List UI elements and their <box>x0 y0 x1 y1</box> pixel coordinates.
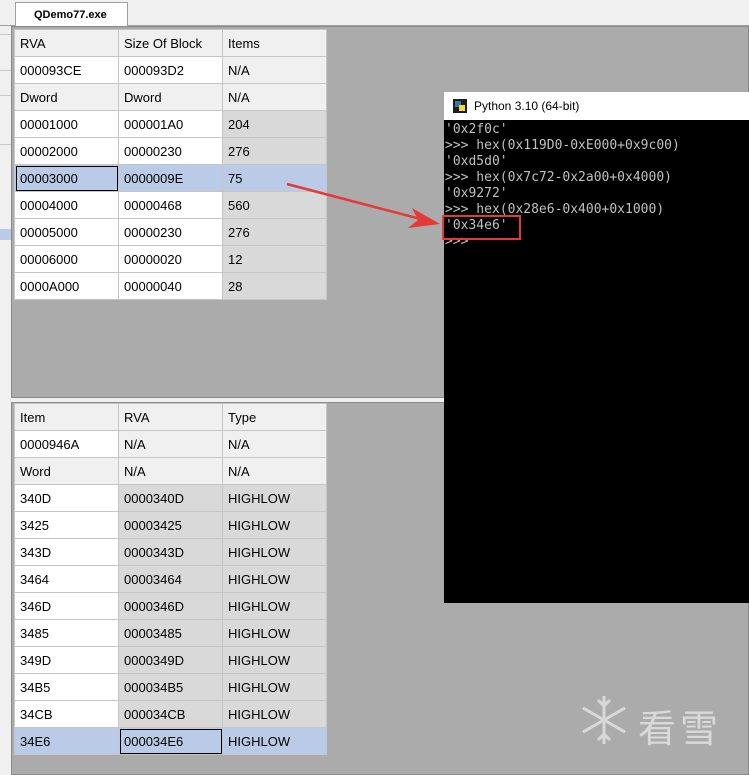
kanxue-watermark: 看雪 <box>578 694 738 751</box>
watermark-text: 看雪 <box>638 707 723 751</box>
snowflake-icon <box>582 696 626 744</box>
annotation-arrow <box>286 182 440 228</box>
